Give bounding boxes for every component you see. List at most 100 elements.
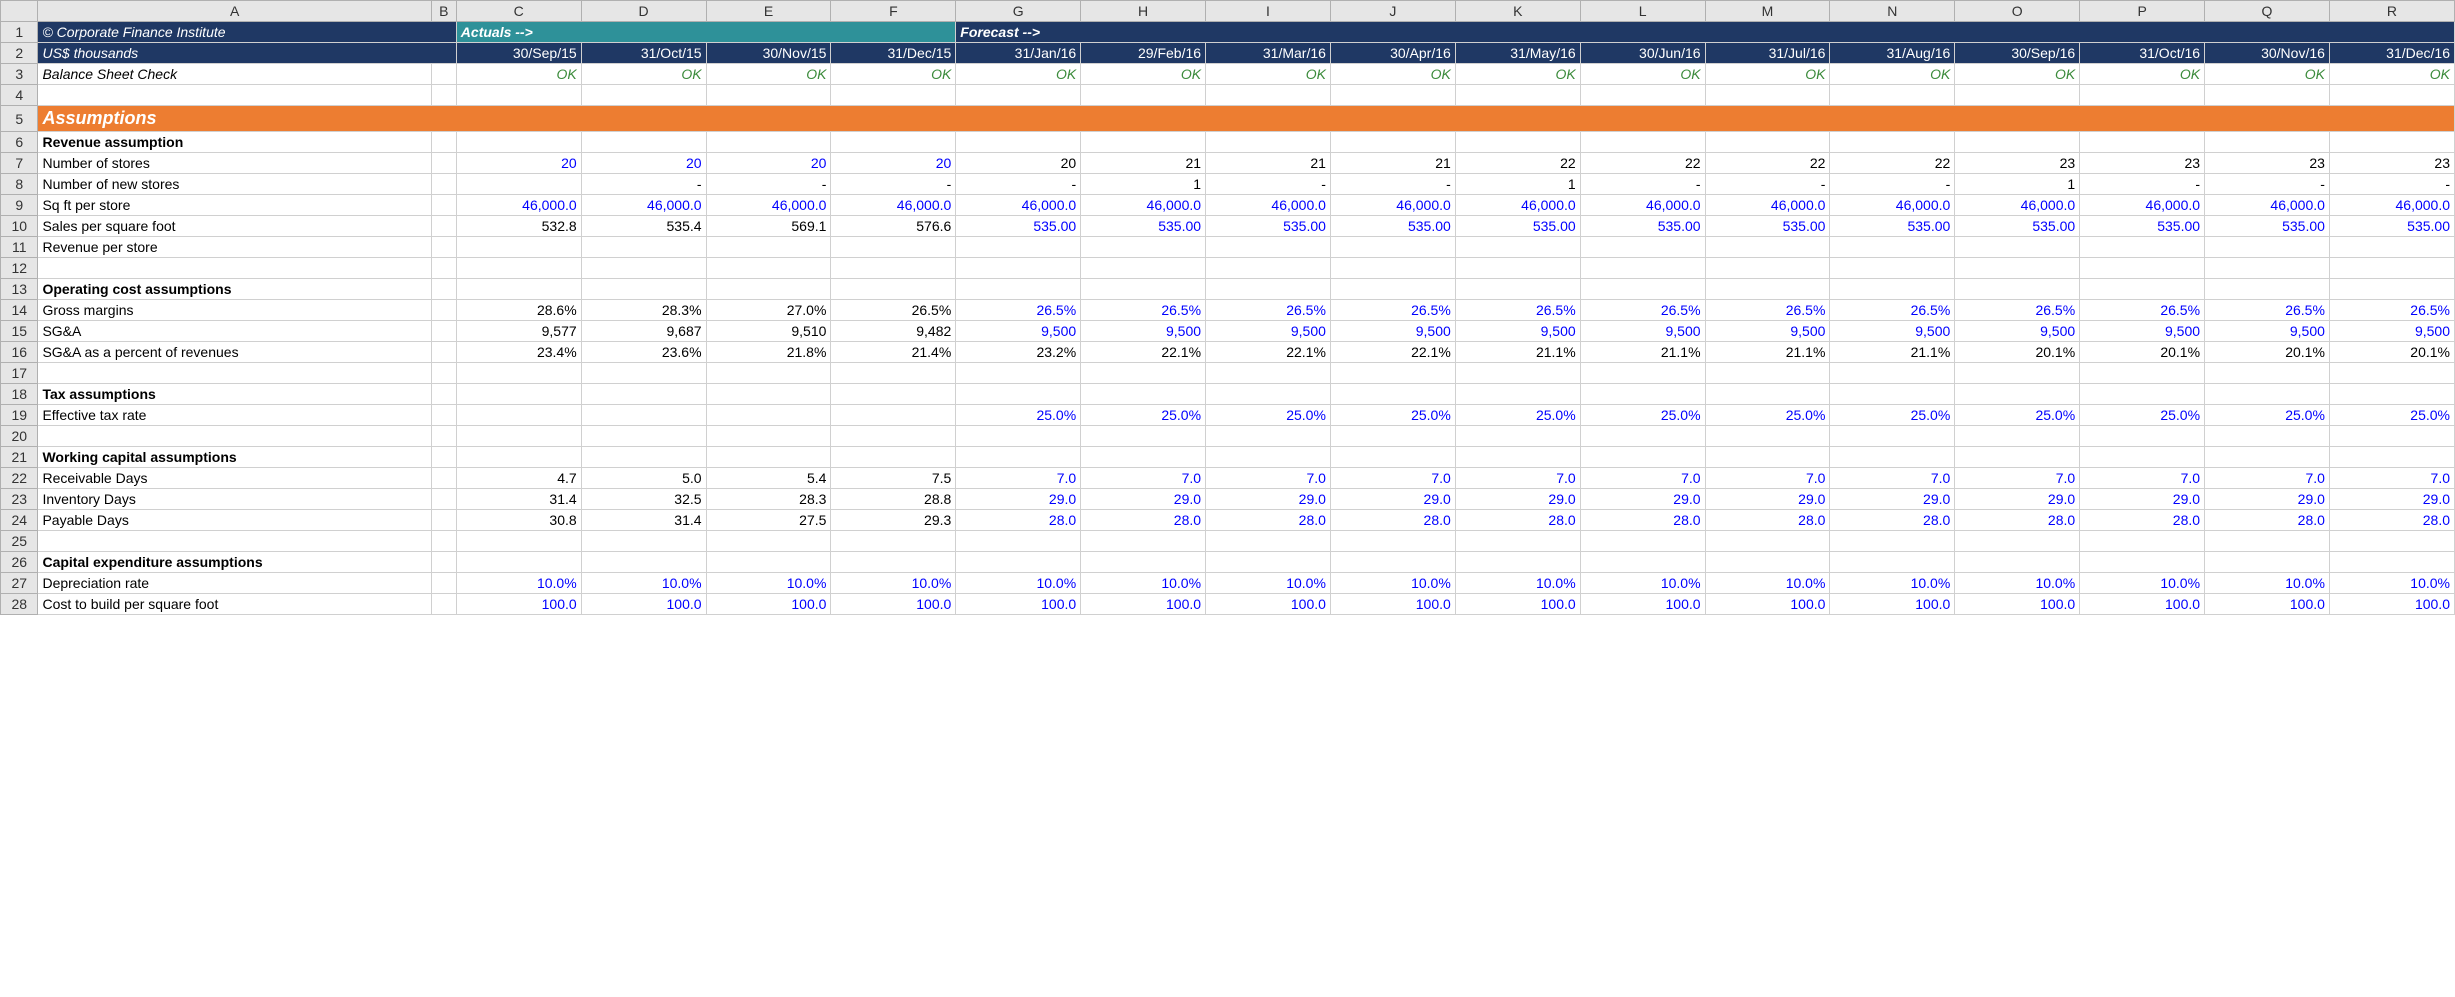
cell[interactable]: 29.0	[1455, 489, 1580, 510]
cell[interactable]	[831, 258, 956, 279]
cell[interactable]: 7.0	[1955, 468, 2080, 489]
row[interactable]: 24Payable Days30.831.427.529.328.028.028…	[1, 510, 2455, 531]
row[interactable]: 16SG&A as a percent of revenues23.4%23.6…	[1, 342, 2455, 363]
cell[interactable]	[431, 300, 456, 321]
cell[interactable]: 22	[1705, 153, 1830, 174]
cell[interactable]	[456, 405, 581, 426]
cell[interactable]	[2329, 85, 2454, 106]
col-header[interactable]: H	[1081, 1, 1206, 22]
cell[interactable]	[1330, 279, 1455, 300]
cell[interactable]: OK	[1330, 64, 1455, 85]
column-header-row[interactable]: A B C D E F G H I J K L M N O P Q R	[1, 1, 2455, 22]
cell[interactable]: 21.1%	[1705, 342, 1830, 363]
cell[interactable]: 7.0	[1206, 468, 1331, 489]
cell[interactable]	[831, 85, 956, 106]
cell[interactable]	[1455, 279, 1580, 300]
row-header[interactable]: 10	[1, 216, 38, 237]
cell[interactable]	[831, 132, 956, 153]
cell[interactable]	[1955, 279, 2080, 300]
cell[interactable]: 7.0	[2080, 468, 2205, 489]
cell[interactable]	[2205, 85, 2330, 106]
cell[interactable]: 28.3%	[581, 300, 706, 321]
cell[interactable]: 9,500	[1330, 321, 1455, 342]
cell[interactable]	[1081, 426, 1206, 447]
cell[interactable]	[431, 174, 456, 195]
cell[interactable]	[431, 321, 456, 342]
cell[interactable]	[456, 279, 581, 300]
cell[interactable]	[1580, 531, 1705, 552]
row[interactable]: 1© Corporate Finance InstituteActuals --…	[1, 22, 2455, 43]
cell[interactable]: 22.1%	[1330, 342, 1455, 363]
cell[interactable]: OK	[1830, 64, 1955, 85]
row[interactable]: 17	[1, 363, 2455, 384]
cell[interactable]	[1955, 237, 2080, 258]
cell[interactable]: 29.0	[2080, 489, 2205, 510]
cell[interactable]: 22	[1830, 153, 1955, 174]
cell[interactable]	[1455, 363, 1580, 384]
row-header[interactable]: 20	[1, 426, 38, 447]
cell[interactable]: 22	[1455, 153, 1580, 174]
row[interactable]: 27Depreciation rate10.0%10.0%10.0%10.0%1…	[1, 573, 2455, 594]
cell[interactable]: 28.0	[2329, 510, 2454, 531]
cell[interactable]: 9,500	[2205, 321, 2330, 342]
cell[interactable]: 10.0%	[581, 573, 706, 594]
cell[interactable]	[2205, 258, 2330, 279]
row[interactable]: 5Assumptions	[1, 106, 2455, 132]
cell[interactable]	[1955, 426, 2080, 447]
cell[interactable]: 532.8	[456, 216, 581, 237]
cell[interactable]: 100.0	[1830, 594, 1955, 615]
cell[interactable]: 535.00	[1206, 216, 1331, 237]
cell[interactable]	[431, 384, 456, 405]
cell[interactable]: 31/Aug/16	[1830, 43, 1955, 64]
cell[interactable]: 25.0%	[2329, 405, 2454, 426]
cell[interactable]	[956, 237, 1081, 258]
row[interactable]: 4	[1, 85, 2455, 106]
row[interactable]: 21Working capital assumptions	[1, 447, 2455, 468]
cell[interactable]: 10.0%	[1580, 573, 1705, 594]
cell[interactable]	[581, 405, 706, 426]
cell[interactable]: -	[2205, 174, 2330, 195]
cell[interactable]: Sales per square foot	[38, 216, 431, 237]
cell[interactable]: 29.0	[1830, 489, 1955, 510]
cell[interactable]	[1330, 132, 1455, 153]
cell[interactable]	[431, 363, 456, 384]
cell[interactable]	[1206, 237, 1331, 258]
cell[interactable]	[956, 447, 1081, 468]
cell[interactable]: 535.00	[1081, 216, 1206, 237]
cell[interactable]: 29.0	[2329, 489, 2454, 510]
cell[interactable]: 28.0	[1580, 510, 1705, 531]
cell[interactable]	[1580, 258, 1705, 279]
cell[interactable]: 31/Oct/16	[2080, 43, 2205, 64]
cell[interactable]	[2205, 363, 2330, 384]
cell[interactable]: 10.0%	[1330, 573, 1455, 594]
cell[interactable]: 25.0%	[1955, 405, 2080, 426]
cell[interactable]	[706, 426, 831, 447]
cell[interactable]: 100.0	[1705, 594, 1830, 615]
cell[interactable]: 535.00	[2205, 216, 2330, 237]
cell[interactable]	[1705, 447, 1830, 468]
cell[interactable]	[581, 447, 706, 468]
cell[interactable]	[1330, 426, 1455, 447]
cell[interactable]: -	[1705, 174, 1830, 195]
col-header[interactable]: F	[831, 1, 956, 22]
cell[interactable]	[1081, 531, 1206, 552]
cell[interactable]: OK	[1580, 64, 1705, 85]
cell[interactable]: -	[2329, 174, 2454, 195]
cell[interactable]: © Corporate Finance Institute	[38, 22, 456, 43]
cell[interactable]	[831, 384, 956, 405]
cell[interactable]	[2080, 447, 2205, 468]
row-header[interactable]: 16	[1, 342, 38, 363]
cell[interactable]: 46,000.0	[581, 195, 706, 216]
cell[interactable]	[2329, 132, 2454, 153]
col-header[interactable]: K	[1455, 1, 1580, 22]
cell[interactable]: Assumptions	[38, 106, 2455, 132]
row[interactable]: 6Revenue assumption	[1, 132, 2455, 153]
cell[interactable]	[2205, 552, 2330, 573]
cell[interactable]: 28.0	[1081, 510, 1206, 531]
cell[interactable]: 100.0	[456, 594, 581, 615]
cell[interactable]: 7.0	[1830, 468, 1955, 489]
cell[interactable]	[1955, 363, 2080, 384]
cell[interactable]	[831, 363, 956, 384]
row[interactable]: 25	[1, 531, 2455, 552]
cell[interactable]	[1206, 132, 1331, 153]
